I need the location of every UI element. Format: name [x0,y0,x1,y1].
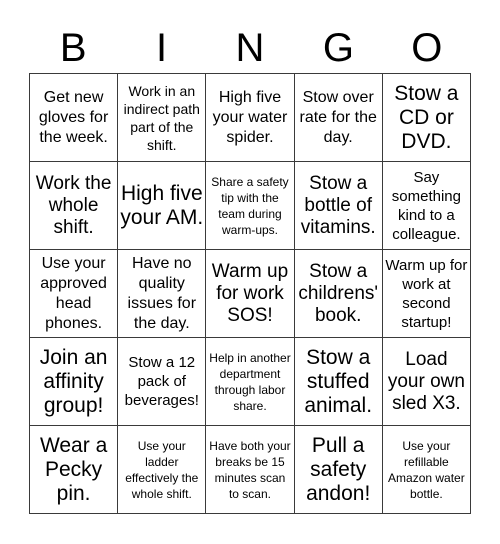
bingo-cell-g4[interactable]: Stow a stuffed animal. [294,338,383,426]
bingo-cell-text: Help in another department through labor… [209,350,291,413]
header-letter-o: O [411,26,443,70]
bingo-cell-text: Use your approved head phones. [40,254,107,332]
bingo-cell-text: High five your AM. [120,181,204,229]
bingo-cell-text: Stow over rate for the day. [299,88,377,146]
bingo-cell-b5[interactable]: Wear a Pecky pin. [30,426,119,514]
bingo-cell-g1[interactable]: Stow over rate for the day. [294,74,383,162]
bingo-cell-n3[interactable]: Warm up for work SOS! [206,250,295,338]
header-letter-b: B [59,26,87,70]
bingo-cell-n1[interactable]: High five your water spider. [206,74,295,162]
bingo-cell-text: Stow a childrens' book. [298,260,379,326]
bingo-cell-i1[interactable]: Work in an indirect path part of the shi… [118,74,207,162]
bingo-cell-text: Say something kind to a colleague. [391,168,461,243]
header-letter-g: G [322,26,354,70]
bingo-cell-text: Pull a safety andon! [306,433,371,505]
bingo-cell-o4[interactable]: Load your own sled X3. [382,338,471,426]
bingo-cell-text: Use your ladder effectively the whole sh… [125,438,199,501]
bingo-cell-b2[interactable]: Work the whole shift. [30,162,119,250]
bingo-cell-i2[interactable]: High five your AM. [118,162,207,250]
bingo-cell-text: Have no quality issues for the day. [127,254,197,332]
bingo-cell-o2[interactable]: Say something kind to a colleague. [382,162,471,250]
bingo-cell-text: Wear a Pecky pin. [39,433,108,505]
bingo-cell-text: Share a safety tip with the team during … [211,174,289,237]
bingo-cell-o1[interactable]: Stow a CD or DVD. [382,74,471,162]
bingo-cell-text: High five your water spider. [212,88,288,146]
bingo-cell-text: Work the whole shift. [35,172,112,238]
bingo-cell-text: Warm up for work at second startup! [385,256,468,331]
header-letter-n: N [235,26,265,70]
bingo-cell-text: Stow a CD or DVD. [394,81,459,153]
bingo-cell-n5[interactable]: Have both your breaks be 15 minutes scan… [206,426,295,514]
bingo-cell-text: Get new gloves for the week. [38,88,109,146]
bingo-cell-b4[interactable]: Join an affinity group! [30,338,119,426]
bingo-cell-text: Load your own sled X3. [387,348,465,414]
header-letter-i: I [156,26,168,70]
bingo-cell-i5[interactable]: Use your ladder effectively the whole sh… [118,426,207,514]
bingo-cell-text: Use your refillable Amazon water bottle. [388,438,465,501]
bingo-cell-i3[interactable]: Have no quality issues for the day. [118,250,207,338]
bingo-board: Get new gloves for the week. Work in an i… [29,73,471,514]
bingo-cell-b3[interactable]: Use your approved head phones. [30,250,119,338]
bingo-cell-g5[interactable]: Pull a safety andon! [294,426,383,514]
bingo-cell-n2[interactable]: Share a safety tip with the team during … [206,162,295,250]
bingo-cell-text: Join an affinity group! [39,345,108,417]
bingo-cell-g2[interactable]: Stow a bottle of vitamins. [294,162,383,250]
bingo-cell-g3[interactable]: Stow a childrens' book. [294,250,383,338]
bingo-cell-o3[interactable]: Warm up for work at second startup! [382,250,471,338]
bingo-cell-text: Have both your breaks be 15 minutes scan… [209,438,291,501]
bingo-header: B I N G O [29,24,471,72]
bingo-cell-text: Work in an indirect path part of the shi… [123,82,200,153]
bingo-cell-text: Warm up for work SOS! [211,260,289,326]
bingo-cell-b1[interactable]: Get new gloves for the week. [30,74,119,162]
bingo-cell-o5[interactable]: Use your refillable Amazon water bottle. [382,426,471,514]
bingo-cell-text: Stow a stuffed animal. [304,345,373,417]
bingo-cell-text: Stow a bottle of vitamins. [300,172,376,238]
bingo-cell-n4[interactable]: Help in another department through labor… [206,338,295,426]
bingo-cell-text: Stow a 12 pack of beverages! [124,354,199,409]
bingo-cell-i4[interactable]: Stow a 12 pack of beverages! [118,338,207,426]
